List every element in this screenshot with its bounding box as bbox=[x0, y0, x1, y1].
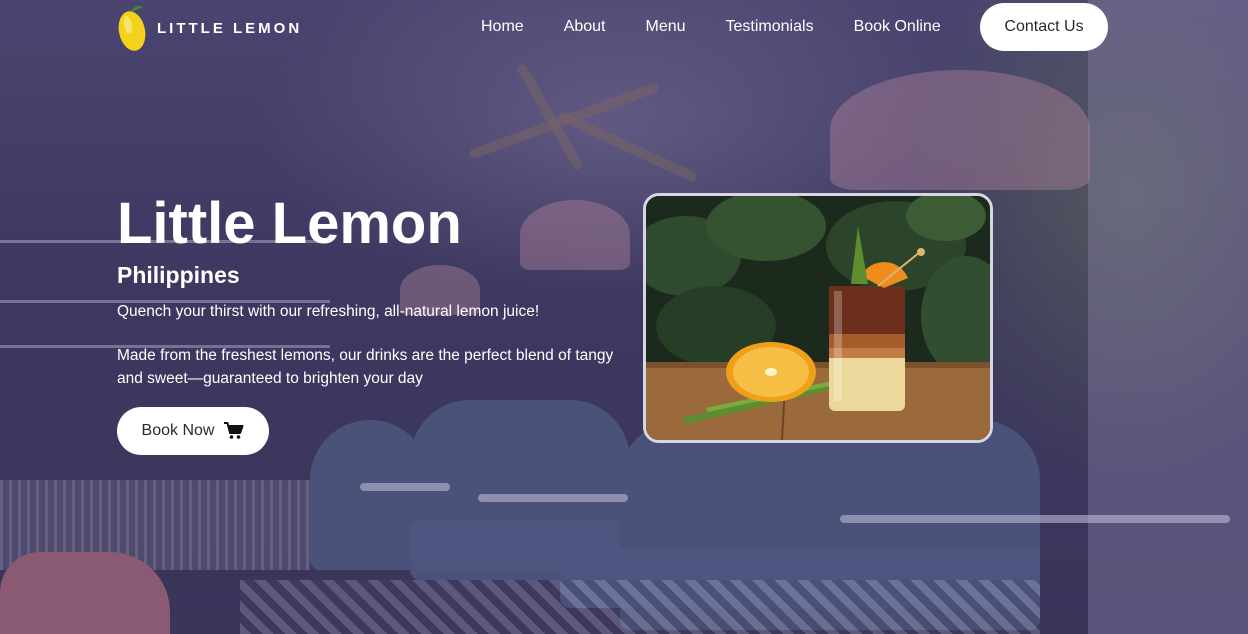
hero-description: Made from the freshest lemons, our drink… bbox=[117, 347, 614, 387]
hero-tagline: Quench your thirst with our refreshing, … bbox=[117, 303, 540, 320]
cart-icon bbox=[224, 422, 244, 439]
featured-drink-image bbox=[643, 193, 993, 443]
nav-testimonials[interactable]: Testimonials bbox=[726, 17, 814, 37]
nav-home[interactable]: Home bbox=[481, 17, 524, 37]
contact-us-button[interactable]: Contact Us bbox=[980, 3, 1108, 51]
nav-menu[interactable]: Menu bbox=[646, 17, 686, 37]
nav-about[interactable]: About bbox=[564, 17, 606, 37]
brand-name: LITTLE LEMON bbox=[157, 19, 303, 37]
nav-book-online[interactable]: Book Online bbox=[854, 17, 941, 37]
book-now-label: Book Now bbox=[141, 422, 215, 439]
hero-subtitle: Philippines bbox=[117, 262, 240, 288]
brand-logo[interactable]: LITTLE LEMON bbox=[117, 3, 302, 53]
site-header: LITTLE LEMON Home About Menu Testimonial… bbox=[0, 0, 1248, 56]
lemon-icon bbox=[118, 5, 146, 51]
book-now-button[interactable]: Book Now bbox=[117, 407, 269, 455]
hero-title: Little Lemon bbox=[117, 191, 462, 256]
main-nav: Home About Menu Testimonials Book Online bbox=[481, 17, 981, 37]
